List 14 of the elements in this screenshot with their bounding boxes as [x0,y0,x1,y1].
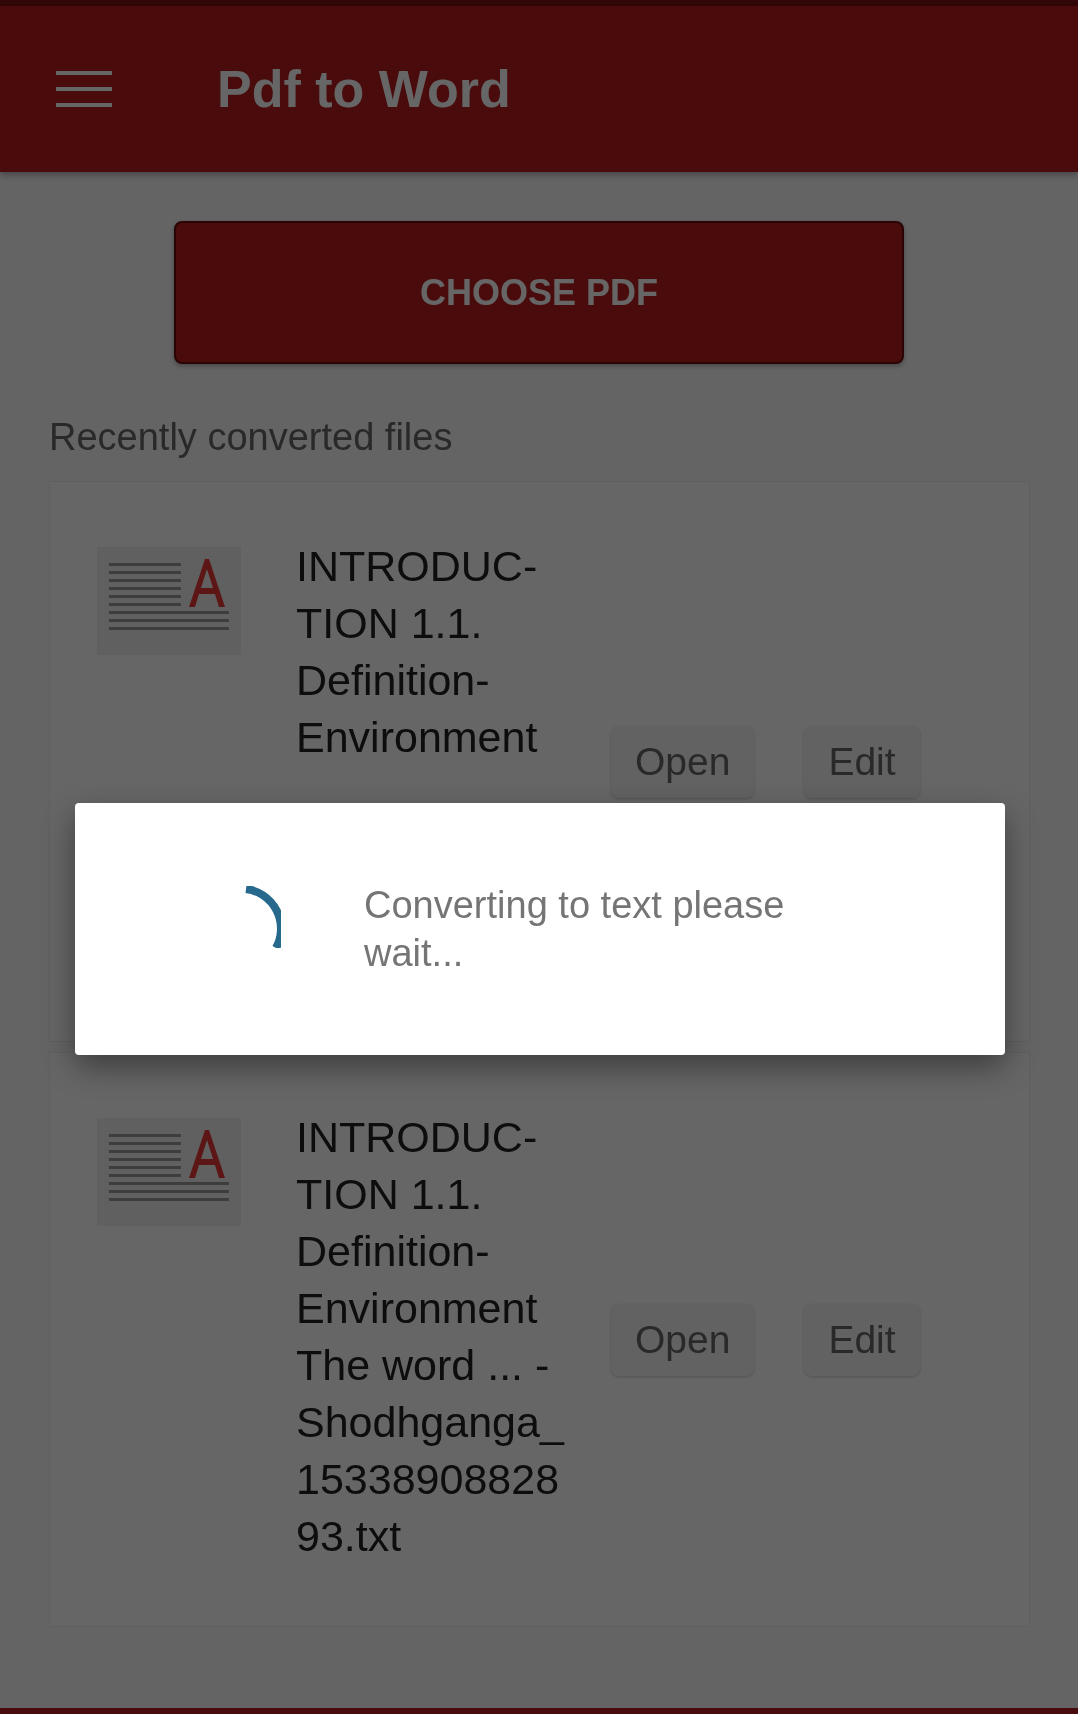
progress-message: Converting to text please wait... [364,883,786,976]
edit-button[interactable]: Edit [804,1303,920,1376]
choose-pdf-button[interactable]: CHOOSE PDF [174,221,904,364]
open-button[interactable]: Open [611,725,755,798]
open-button[interactable]: Open [611,1303,755,1376]
loading-spinner-icon [243,886,281,948]
document-icon [97,1118,241,1226]
menu-icon[interactable] [56,69,112,109]
file-name: INTRODUC- TION 1.1. Definition- Environment [296,541,539,763]
document-icon [97,547,241,655]
edit-button[interactable]: Edit [804,725,920,798]
file-name: INTRODUC- TION 1.1. Definition- Environment The word ... - Shodhganga_ 15338908828 93.txt [296,1112,566,1562]
app-title: Pdf to Word [217,59,511,119]
section-title: Recently converted files [49,416,454,459]
